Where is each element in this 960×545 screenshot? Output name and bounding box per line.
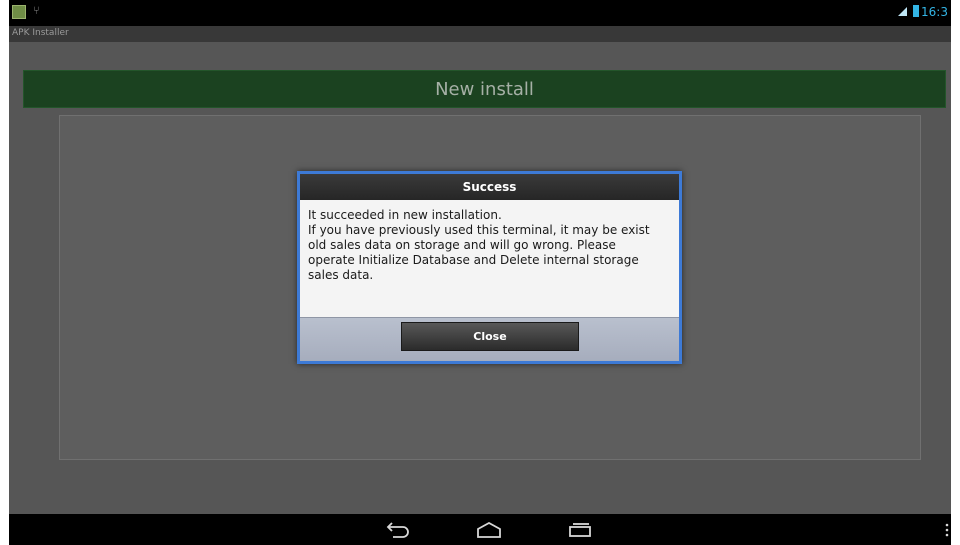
recents-icon[interactable] bbox=[568, 523, 592, 537]
message-line: old sales data on storage and will go wr… bbox=[308, 238, 616, 252]
message-line: sales data. bbox=[308, 268, 374, 282]
status-clock: 16:3 bbox=[921, 5, 948, 19]
app-title: APK Installer bbox=[12, 28, 69, 38]
usb-icon: ⑂ bbox=[33, 4, 40, 17]
signal-icon bbox=[898, 7, 907, 16]
battery-icon bbox=[913, 5, 919, 17]
message-line: It succeeded in new installation. bbox=[308, 208, 502, 222]
device-screen: ⑂ 16:3 APK Installer New install Success… bbox=[9, 0, 951, 545]
dialog-footer: Close bbox=[300, 317, 679, 361]
overflow-menu-icon[interactable] bbox=[945, 523, 949, 537]
message-line: operate Initialize Database and Delete i… bbox=[308, 253, 639, 267]
page-title: New install bbox=[435, 79, 534, 100]
navigation-bar bbox=[9, 514, 951, 545]
success-dialog: Success It succeeded in new installation… bbox=[297, 171, 682, 364]
page-header: New install bbox=[23, 70, 946, 108]
dialog-title: Success bbox=[462, 180, 517, 194]
dialog-message: It succeeded in new installation. If you… bbox=[308, 208, 670, 283]
home-icon[interactable] bbox=[476, 522, 502, 538]
status-bar: ⑂ 16:3 bbox=[9, 0, 951, 26]
app-notification-icon bbox=[12, 5, 26, 19]
app-title-bar: APK Installer bbox=[9, 26, 951, 42]
dialog-title-bar: Success bbox=[300, 174, 679, 200]
message-line: If you have previously used this termina… bbox=[308, 223, 650, 237]
back-icon[interactable] bbox=[385, 519, 413, 539]
close-button[interactable]: Close bbox=[401, 322, 579, 351]
